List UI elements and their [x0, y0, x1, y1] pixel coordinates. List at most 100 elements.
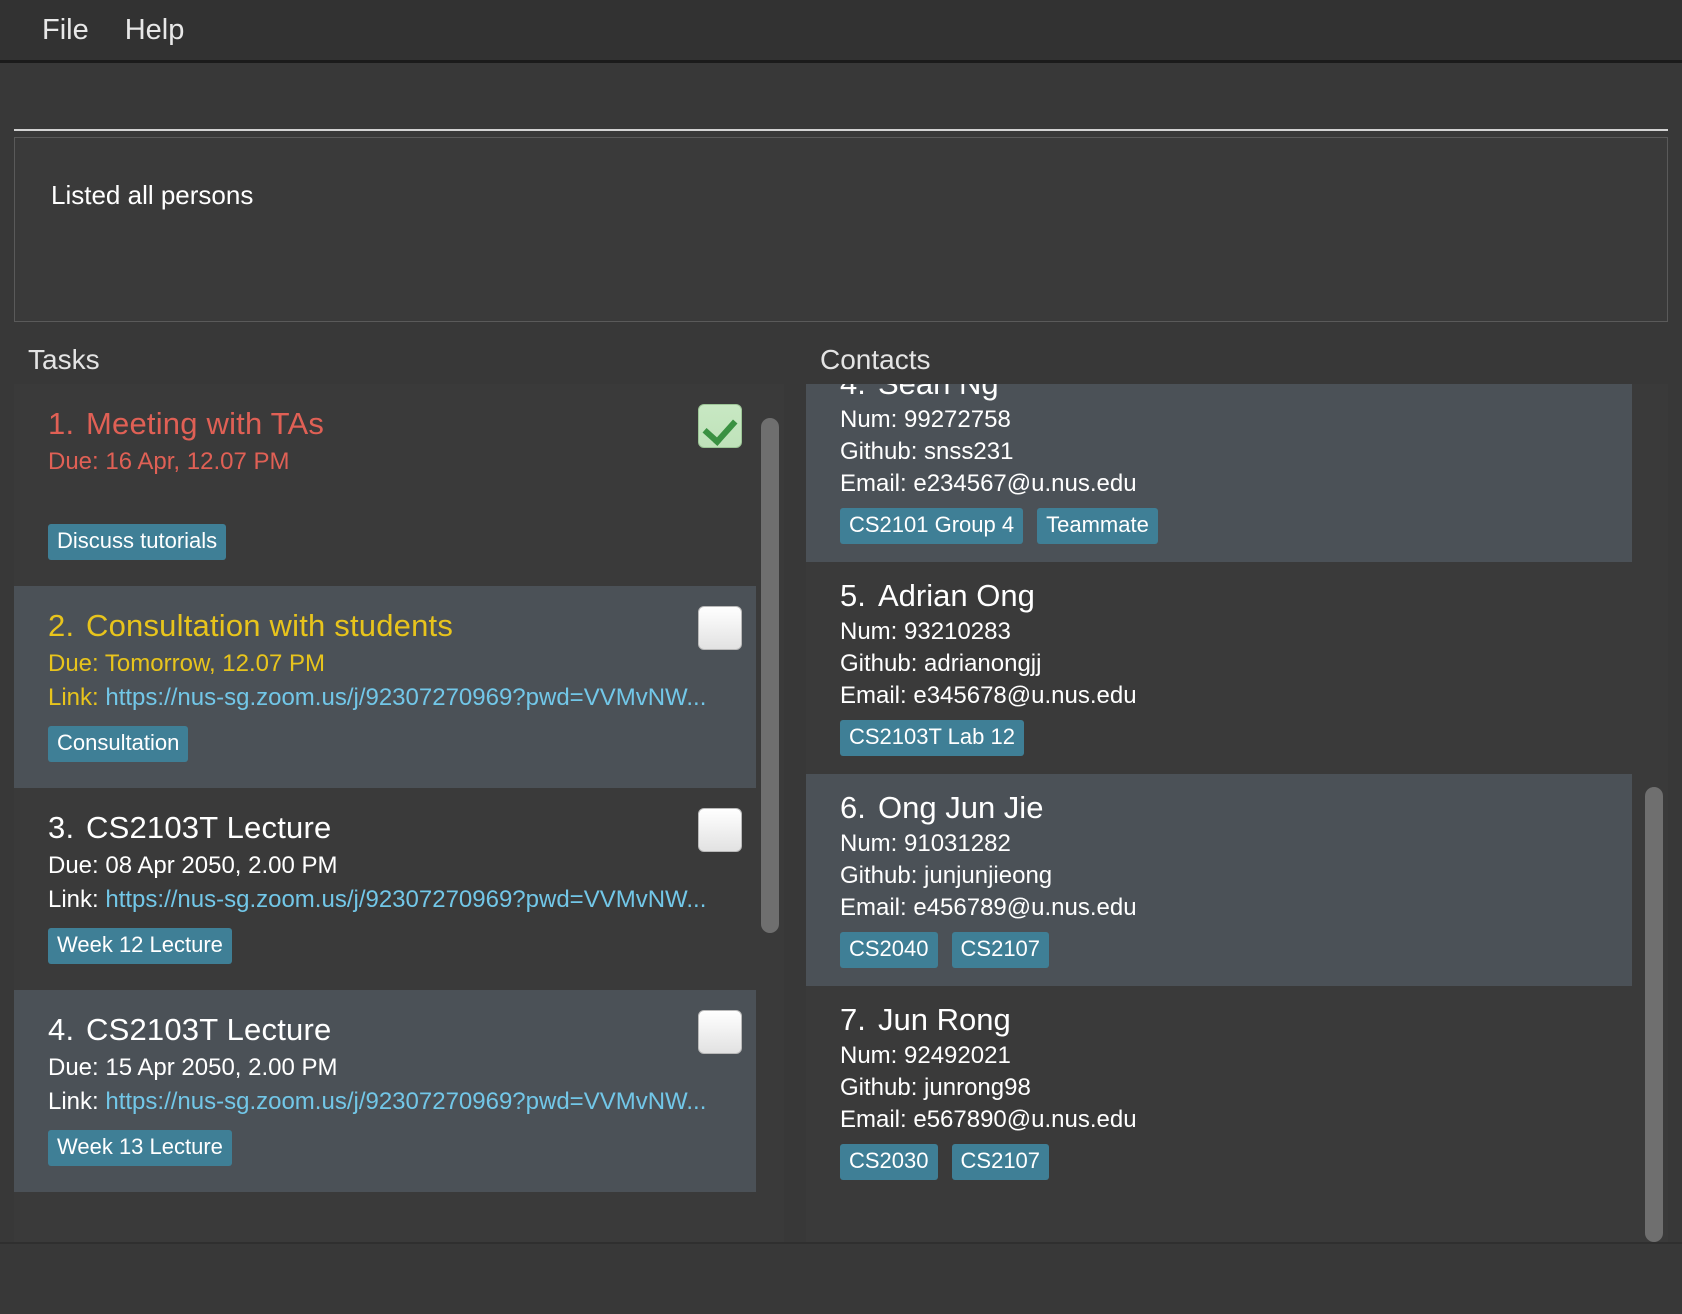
contact-card[interactable]: 4.Sean Ng Num: 99272758 Github: snss231 Ema…: [806, 384, 1632, 562]
task-done-checkbox[interactable]: [698, 606, 742, 650]
contact-github-line: Github: junrong98: [840, 1074, 1031, 1101]
task-link-line: Link: https://nus-sg.zoom.us/j/923072709…: [48, 684, 756, 712]
contact-card[interactable]: 5. Adrian Ong Num: 93210283 Github: adriano…: [806, 562, 1632, 774]
tasks-scrollbar-track[interactable]: [758, 384, 782, 1242]
contact-github-line: Github: adrianongjj: [840, 650, 1042, 677]
task-tag: Week 12 Lecture: [48, 928, 232, 964]
contact-email-line: Email: e345678@u.nus.edu: [840, 682, 1137, 709]
tasks-scrollbar-thumb[interactable]: [761, 418, 779, 934]
task-due-line: Due: 16 Apr, 12.07 PM: [48, 448, 290, 475]
task-card[interactable]: 2. Consultation with students Due: Tomorro…: [14, 586, 756, 788]
task-due-line: Due: 08 Apr 2050, 2.00 PM: [48, 852, 338, 879]
task-due-line: Due: 15 Apr 2050, 2.00 PM: [48, 1054, 338, 1081]
contact-tag-row: CS2030 CS2107: [840, 1144, 1632, 1180]
application-window: File Help Listed all persons Tasks 1. Mee…: [0, 0, 1682, 1314]
contact-name: 7. Jun Rong: [840, 1002, 1632, 1038]
contact-email-line: Email: e456789@u.nus.edu: [840, 894, 1137, 921]
task-link-line: Link: https://nus-sg.zoom.us/j/923072709…: [48, 1088, 756, 1116]
contact-tag: Teammate: [1037, 508, 1158, 544]
contacts-list-view[interactable]: 4.Sean Ng Num: 99272758 Github: snss231 Ema…: [806, 384, 1668, 1242]
tasks-list-view[interactable]: 1. Meeting with TAs Due: 16 Apr, 12.07 PM …: [14, 384, 784, 1242]
task-name: CS2103T Lecture: [86, 1012, 332, 1047]
contact-person-name: Ong Jun Jie: [878, 790, 1044, 825]
contact-tag: CS2103T Lab 12: [840, 720, 1024, 756]
menu-item-file[interactable]: File: [24, 12, 107, 49]
contact-num-line: Num: 99272758: [840, 406, 1011, 433]
contact-card[interactable]: 6. Ong Jun Jie Num: 91031282 Github: junjun…: [806, 774, 1632, 986]
task-link-label: Link:: [48, 1088, 106, 1115]
footer-strip: [0, 1242, 1682, 1314]
task-card[interactable]: 3. CS2103T Lecture Due: 08 Apr 2050, 2.00 …: [14, 788, 756, 990]
contact-tag-row: CS2040 CS2107: [840, 932, 1632, 968]
contacts-scrollbar-thumb[interactable]: [1645, 787, 1663, 1242]
contact-num-line: Num: 93210283: [840, 618, 1011, 645]
task-zoom-link[interactable]: https://nus-sg.zoom.us/j/92307270969?pwd…: [105, 886, 706, 913]
result-display-box: Listed all persons: [14, 137, 1668, 322]
contact-index: 5.: [840, 578, 866, 613]
result-message: Listed all persons: [51, 180, 254, 210]
task-index: 4.: [48, 1012, 75, 1047]
contact-person-name: Jun Rong: [878, 1002, 1011, 1037]
task-link-line: Link: https://nus-sg.zoom.us/j/923072709…: [48, 886, 756, 914]
task-done-checkbox[interactable]: [698, 808, 742, 852]
contact-tag: CS2107: [951, 1144, 1050, 1180]
command-box-region[interactable]: [0, 63, 1682, 131]
contact-email-line: Email: e567890@u.nus.edu: [840, 1106, 1137, 1133]
task-index: 2.: [48, 608, 75, 643]
tasks-panel: Tasks 1. Meeting with TAs Due: 16 Apr, 12.…: [14, 344, 784, 1242]
task-done-checkbox[interactable]: [698, 1010, 742, 1054]
task-tag-row: Consultation: [48, 726, 756, 762]
contact-num-line: Num: 91031282: [840, 830, 1011, 857]
task-name: Consultation with students: [86, 608, 454, 643]
contact-github-line: Github: snss231: [840, 438, 1014, 465]
task-done-checkbox[interactable]: [698, 404, 742, 448]
contact-tag: CS2107: [951, 932, 1050, 968]
task-name: Meeting with TAs: [86, 406, 325, 441]
task-index: 1.: [48, 406, 75, 441]
command-separator: [14, 129, 1668, 131]
task-due-line: Due: Tomorrow, 12.07 PM: [48, 650, 326, 677]
task-link-label: Link:: [48, 886, 106, 913]
task-tag: Week 13 Lecture: [48, 1130, 232, 1166]
contact-github-line: Github: junjunjieong: [840, 862, 1053, 889]
contact-tag-row: CS2103T Lab 12: [840, 720, 1632, 756]
contacts-scrollbar-track[interactable]: [1642, 384, 1666, 1242]
tasks-panel-title: Tasks: [28, 344, 100, 375]
contact-tag: CS2101 Group 4: [840, 508, 1024, 544]
task-title: 2. Consultation with students: [48, 608, 756, 644]
contact-person-name: Adrian Ong: [878, 578, 1035, 613]
contacts-panel: Contacts 4.Sean Ng Num: 99272758 Github: s…: [806, 344, 1668, 1242]
task-zoom-link[interactable]: https://nus-sg.zoom.us/j/92307270969?pwd…: [105, 1088, 706, 1115]
task-zoom-link[interactable]: https://nus-sg.zoom.us/j/92307270969?pwd…: [105, 684, 706, 711]
menu-bar: File Help: [0, 0, 1682, 63]
contact-card[interactable]: 7. Jun Rong Num: 92492021 Github: junrong98…: [806, 986, 1632, 1198]
contact-tag: CS2030: [840, 1144, 938, 1180]
contact-email-line: Email: e234567@u.nus.edu: [840, 470, 1137, 497]
task-title: 3. CS2103T Lecture: [48, 810, 756, 846]
contact-tag-row: CS2101 Group 4 Teammate: [840, 508, 1632, 544]
menu-item-help[interactable]: Help: [107, 12, 203, 49]
contacts-scrollbar[interactable]: [1642, 384, 1666, 1242]
contact-tag: CS2040: [840, 932, 938, 968]
task-tag-row: Discuss tutorials: [48, 524, 756, 560]
contacts-panel-title: Contacts: [820, 344, 931, 375]
task-card[interactable]: 4. CS2103T Lecture Due: 15 Apr 2050, 2.00 …: [14, 990, 756, 1192]
task-tag: Discuss tutorials: [48, 524, 227, 560]
contact-name: 4.Sean Ng: [840, 384, 1632, 402]
contact-name: 6. Ong Jun Jie: [840, 790, 1632, 826]
tasks-scrollbar[interactable]: [758, 384, 782, 1242]
contact-index: 6.: [840, 790, 866, 825]
task-tag-row: Week 13 Lecture: [48, 1130, 756, 1166]
contact-num-line: Num: 92492021: [840, 1042, 1011, 1069]
contact-name: 5. Adrian Ong: [840, 578, 1632, 614]
main-panels: Tasks 1. Meeting with TAs Due: 16 Apr, 12.…: [0, 322, 1682, 1242]
task-card[interactable]: 1. Meeting with TAs Due: 16 Apr, 12.07 PM …: [14, 384, 756, 586]
contact-index: 4.: [840, 384, 878, 402]
task-index: 3.: [48, 810, 75, 845]
task-tag: Consultation: [48, 726, 189, 762]
task-title: 4. CS2103T Lecture: [48, 1012, 756, 1048]
task-link-label: Link:: [48, 684, 106, 711]
task-tag-row: Week 12 Lecture: [48, 928, 756, 964]
contact-person-name: Sean Ng: [878, 384, 999, 401]
contact-index: 7.: [840, 1002, 866, 1037]
